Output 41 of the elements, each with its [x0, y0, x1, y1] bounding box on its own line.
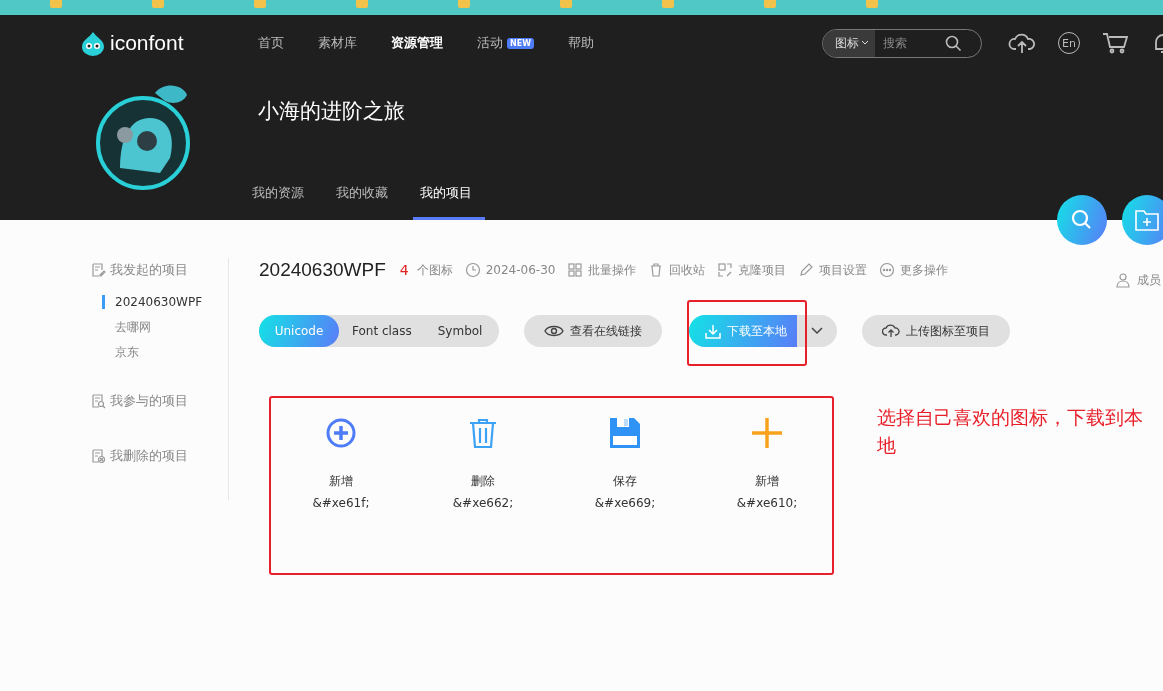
icon-code: &#xe610;	[736, 496, 798, 510]
project-item[interactable]: 京东	[102, 345, 228, 360]
project-item[interactable]: 去哪网	[102, 320, 228, 335]
icon-code: &#xe61f;	[312, 496, 370, 510]
count-label: 个图标	[416, 261, 453, 279]
icon-code: &#xe662;	[452, 496, 514, 510]
profile-name: 小海的进阶之旅	[258, 98, 406, 125]
sidebar-group[interactable]: 我发起的项目	[110, 260, 188, 279]
sidebar-group[interactable]: 我参与的项目	[110, 391, 188, 410]
profile-tab[interactable]: 我的项目	[413, 184, 485, 220]
mode-tab[interactable]: Symbol	[424, 315, 496, 347]
project-action[interactable]: 项目设置	[819, 261, 868, 279]
profile-tab[interactable]: 我的收藏	[329, 184, 401, 220]
members-label: 成员	[1137, 271, 1161, 289]
search-scope-dropdown[interactable]: 图标	[823, 29, 875, 57]
icon-name: 新增	[329, 473, 353, 490]
new-badge: NEW	[507, 37, 534, 49]
icon-code: &#xe669;	[594, 496, 656, 510]
icon-name: 新增	[755, 473, 779, 490]
annotation-text: 选择自己喜欢的图标，下载到本地	[877, 405, 1144, 458]
icon-name: 保存	[613, 473, 637, 490]
profile-tab[interactable]: 我的资源	[245, 184, 317, 220]
nav-link[interactable]: 资源管理	[391, 34, 443, 52]
mode-tab[interactable]: Font class	[339, 315, 425, 347]
icon-count: 4	[399, 262, 409, 278]
logo-text: iconfont	[110, 31, 184, 55]
project-action[interactable]: 克隆项目	[738, 261, 787, 279]
view-link-button[interactable]: 查看在线链接	[524, 315, 662, 347]
project-item[interactable]: 20240630WPF	[102, 295, 228, 310]
project-action[interactable]: 批量操作	[588, 261, 637, 279]
upload-button[interactable]: 上传图标至项目	[862, 315, 1010, 347]
project-title: 20240630WPF	[259, 259, 386, 281]
nav-link[interactable]: 素材库	[318, 34, 357, 52]
icon-name: 删除	[471, 473, 495, 490]
nav-link[interactable]: 活动 NEW	[477, 34, 534, 52]
project-action[interactable]: 更多操作	[900, 261, 949, 279]
project-date: 2024-06-30	[485, 263, 556, 277]
project-action[interactable]: 回收站	[669, 261, 706, 279]
nav-link[interactable]: 帮助	[568, 34, 594, 52]
sidebar-group[interactable]: 我删除的项目	[110, 447, 188, 466]
nav-link[interactable]: 首页	[258, 34, 284, 52]
